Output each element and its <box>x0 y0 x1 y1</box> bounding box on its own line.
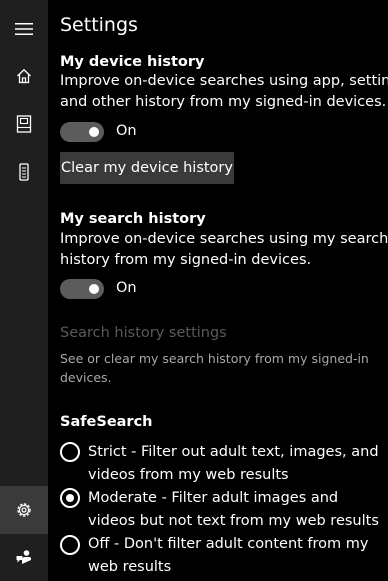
search-history-settings-link[interactable]: Search history settings <box>60 325 227 341</box>
hamburger-menu-icon <box>15 23 33 35</box>
home-icon <box>17 68 31 84</box>
notebook-button[interactable] <box>0 100 48 148</box>
feedback-icon <box>16 550 31 564</box>
safesearch-off-label[interactable]: Off - Don't filter adult content from my… <box>88 533 382 579</box>
search-history-small-desc-line2: devices. <box>60 370 112 385</box>
clear-device-history-button[interactable]: Clear my device history <box>60 152 234 184</box>
search-history-toggle[interactable] <box>60 279 104 299</box>
menu-button[interactable] <box>0 5 48 53</box>
device-history-toggle-label: On <box>116 123 137 139</box>
notebook-icon <box>16 115 32 133</box>
home-button[interactable] <box>0 52 48 100</box>
feedback-button[interactable] <box>0 533 48 581</box>
device-icon <box>19 163 29 181</box>
device-history-title: My device history <box>60 54 205 70</box>
search-history-desc-line2: history from my signed-in devices. <box>60 252 312 268</box>
devices-button[interactable] <box>0 148 48 196</box>
search-history-small-desc-line1: See or clear my search history from my s… <box>60 351 369 366</box>
settings-panel: Settings My device history Improve on-de… <box>60 0 388 581</box>
sidebar <box>0 0 48 581</box>
device-history-toggle[interactable] <box>60 122 104 142</box>
safesearch-title: SafeSearch <box>60 414 153 430</box>
safesearch-off-radio[interactable] <box>60 535 80 555</box>
gear-icon <box>17 503 31 517</box>
search-history-toggle-label: On <box>116 280 137 296</box>
cortana-settings-window: Settings My device history Improve on-de… <box>0 0 388 581</box>
safesearch-strict-label[interactable]: Strict - Filter out adult text, images, … <box>88 441 382 487</box>
settings-button[interactable] <box>0 486 48 534</box>
page-title: Settings <box>60 14 138 36</box>
radio-selected-dot <box>66 494 74 502</box>
toggle-knob <box>89 127 99 137</box>
device-history-desc-line2: and other history from my signed-in devi… <box>60 94 387 110</box>
device-history-desc-line1: Improve on-device searches using app, se… <box>60 73 388 89</box>
safesearch-strict-radio[interactable] <box>60 442 80 462</box>
search-history-title: My search history <box>60 211 206 227</box>
safesearch-moderate-radio[interactable] <box>60 488 80 508</box>
search-history-desc-line1: Improve on-device searches using my sear… <box>60 231 388 247</box>
safesearch-moderate-label[interactable]: Moderate - Filter adult images and video… <box>88 487 382 533</box>
toggle-knob <box>89 284 99 294</box>
